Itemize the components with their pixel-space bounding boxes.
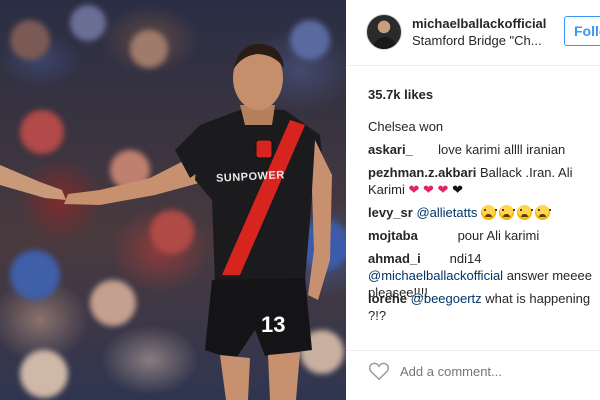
comment-item: levy_sr @allietatts [368,204,600,221]
red-heart-icon: ❤ [437,182,449,197]
comment-mention[interactable]: @allietatts [416,205,477,220]
comment-username[interactable]: lorehe [368,291,407,306]
comment-footer [346,350,600,400]
comment-mention[interactable]: @michaelballackofficial [368,268,503,283]
comment-text: love karimi allll iranian [438,142,566,157]
fearful-face-emoji-icon [498,205,515,220]
comment-item: mojtaba pour Ali karimi [368,227,600,244]
comment-item: lorehe @beegoertz what is happening ?!? [368,290,600,324]
post-photo[interactable]: SUNPOWER 13 [0,0,346,400]
red-heart-icon: ❤ [423,182,434,197]
follow-button[interactable]: Follow [564,16,600,46]
comment-item: Chelsea won [368,118,600,135]
likes-count[interactable]: 35.7k likes [368,87,433,102]
post-header: michaelballackofficial Stamford Bridge "… [346,0,600,66]
post-details-panel: michaelballackofficial Stamford Bridge "… [346,0,600,400]
red-heart-icon: ❤ [408,182,420,197]
comment-text: Chelsea won [368,119,444,134]
comment-username[interactable]: mojtaba [368,228,418,243]
like-heart-icon[interactable] [368,361,390,381]
comment-username[interactable]: levy_sr [368,205,413,220]
fearful-face-emoji-icon [480,205,497,220]
player-illustration [0,43,332,400]
comment-username[interactable]: ahmad_i [368,251,421,266]
post-location[interactable]: Stamford Bridge "Ch... [412,33,560,48]
comment-username[interactable]: askari_ [368,142,413,157]
player-leg-left [220,355,250,400]
other-player-arm [0,165,66,200]
comment-text: pour Ali karimi [457,228,540,243]
fearful-face-emoji-icon [534,205,551,220]
black-heart-icon: ❤ [452,182,463,197]
post-username[interactable]: michaelballackofficial [412,16,546,31]
player-leg-right [268,352,300,400]
fearful-face-emoji-icon [516,205,533,220]
shirt-number: 13 [261,312,286,337]
comment-username[interactable]: pezhman.z.akbari [368,165,476,180]
player-shorts [205,278,312,360]
club-badge [255,139,273,159]
comment-mention[interactable]: @beegoertz [411,291,482,306]
avatar[interactable] [366,14,402,50]
comment-item: askari_ love karimi allll iranian [368,141,600,158]
comment-text-prefix: ndi14 [449,251,482,266]
comment-item: pezhman.z.akbari Ballack .Iran. Ali Kari… [368,164,600,198]
add-comment-input[interactable] [400,359,590,383]
